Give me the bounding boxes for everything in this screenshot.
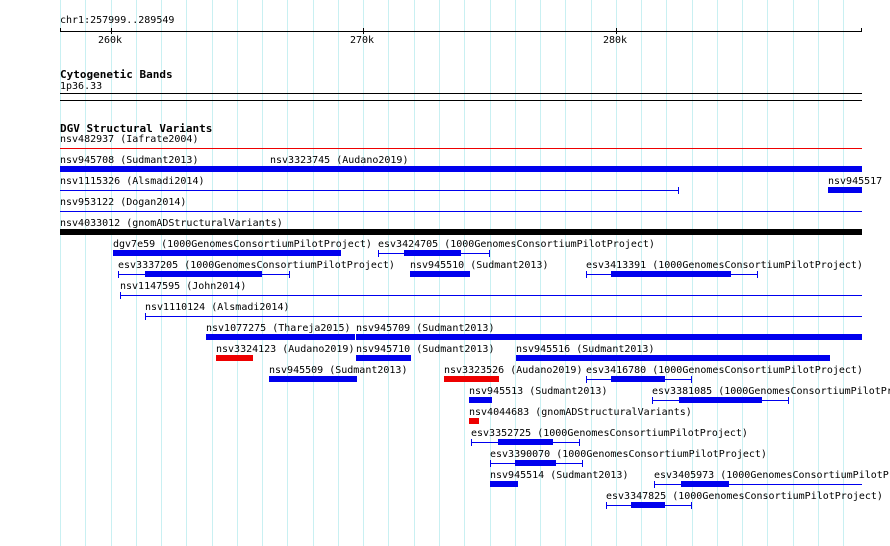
cytoband-track-title[interactable]: Cytogenetic Bands bbox=[60, 68, 173, 81]
ruler-tick-label: 260k bbox=[98, 35, 123, 46]
ruler-tick bbox=[616, 28, 617, 34]
feature-end-cap[interactable] bbox=[582, 460, 583, 467]
feature-bar[interactable] bbox=[269, 376, 357, 382]
feature-end-cap[interactable] bbox=[606, 502, 607, 509]
cytoband-top-border bbox=[60, 93, 862, 94]
feature-bar[interactable] bbox=[404, 250, 461, 256]
feature-label[interactable]: nsv4044683 (gnomADStructuralVariants) bbox=[469, 407, 692, 419]
feature-label[interactable]: nsv953122 (Dogan2014) bbox=[60, 197, 186, 209]
ruler-tick bbox=[363, 28, 364, 34]
feature-bar[interactable] bbox=[356, 334, 862, 340]
feature-end-cap[interactable] bbox=[289, 271, 290, 278]
ruler-minor-tick bbox=[861, 28, 862, 32]
feature-end-cap[interactable] bbox=[489, 250, 490, 257]
feature-bar[interactable] bbox=[516, 355, 830, 361]
feature-end-cap[interactable] bbox=[788, 397, 789, 404]
feature-end-cap[interactable] bbox=[586, 271, 587, 278]
feature-label[interactable]: nsv482937 (Iafrate2004) bbox=[60, 134, 198, 146]
feature-bar[interactable] bbox=[410, 271, 470, 277]
feature-bar[interactable] bbox=[60, 229, 862, 235]
feature-extent-line[interactable] bbox=[145, 316, 862, 317]
feature-line[interactable] bbox=[270, 169, 280, 170]
feature-bar[interactable] bbox=[60, 166, 862, 172]
feature-bar[interactable] bbox=[444, 376, 499, 382]
feature-bar[interactable] bbox=[469, 397, 492, 403]
feature-end-cap[interactable] bbox=[691, 376, 692, 383]
feature-bar[interactable] bbox=[679, 397, 762, 403]
ruler-position: chr1:257999..289549 bbox=[60, 15, 175, 26]
feature-label[interactable]: nsv1115326 (Alsmadi2014) bbox=[60, 176, 205, 188]
feature-end-cap[interactable] bbox=[757, 271, 758, 278]
feature-end-cap[interactable] bbox=[145, 313, 146, 320]
ruler-tick-label: 270k bbox=[350, 35, 375, 46]
feature-bar[interactable] bbox=[515, 460, 556, 466]
feature-bar[interactable] bbox=[216, 355, 253, 361]
feature-end-cap[interactable] bbox=[579, 439, 580, 446]
feature-bar[interactable] bbox=[145, 271, 262, 277]
feature-end-cap[interactable] bbox=[490, 460, 491, 467]
feature-end-cap[interactable] bbox=[652, 397, 653, 404]
feature-bar[interactable] bbox=[113, 250, 341, 256]
cytoband-bottom-border bbox=[60, 100, 862, 101]
feature-end-cap[interactable] bbox=[120, 292, 121, 299]
feature-extent-line[interactable] bbox=[60, 190, 678, 191]
feature-end-cap[interactable] bbox=[678, 187, 679, 194]
feature-bar[interactable] bbox=[469, 418, 479, 424]
ruler-tick bbox=[111, 28, 112, 34]
feature-end-cap[interactable] bbox=[586, 376, 587, 383]
feature-end-cap[interactable] bbox=[471, 439, 472, 446]
feature-end-cap[interactable] bbox=[691, 502, 692, 509]
feature-label[interactable]: nsv1110124 (Alsmadi2014) bbox=[145, 302, 290, 314]
feature-bar[interactable] bbox=[498, 439, 553, 445]
feature-extent-line[interactable] bbox=[60, 211, 862, 212]
feature-bar[interactable] bbox=[631, 502, 665, 508]
feature-bar[interactable] bbox=[681, 481, 729, 487]
feature-label[interactable]: nsv3323745 (Audano2019) bbox=[270, 155, 408, 167]
feature-end-cap[interactable] bbox=[654, 481, 655, 488]
feature-end-cap[interactable] bbox=[378, 250, 379, 257]
feature-end-cap[interactable] bbox=[118, 271, 119, 278]
feature-label[interactable]: nsv1147595 (John2014) bbox=[120, 281, 246, 293]
ruler-axis bbox=[60, 31, 862, 32]
ruler-minor-tick bbox=[60, 28, 61, 32]
feature-extent-line[interactable] bbox=[120, 295, 862, 296]
feature-bar[interactable] bbox=[828, 187, 862, 193]
feature-bar[interactable] bbox=[611, 271, 731, 277]
feature-bar[interactable] bbox=[206, 334, 355, 340]
feature-bar[interactable] bbox=[490, 481, 518, 487]
feature-bar[interactable] bbox=[611, 376, 665, 382]
feature-extent-line[interactable] bbox=[60, 148, 862, 149]
feature-bar[interactable] bbox=[356, 355, 411, 361]
cytoband-label: 1p36.33 bbox=[60, 81, 103, 92]
ruler-tick-label: 280k bbox=[603, 35, 628, 46]
